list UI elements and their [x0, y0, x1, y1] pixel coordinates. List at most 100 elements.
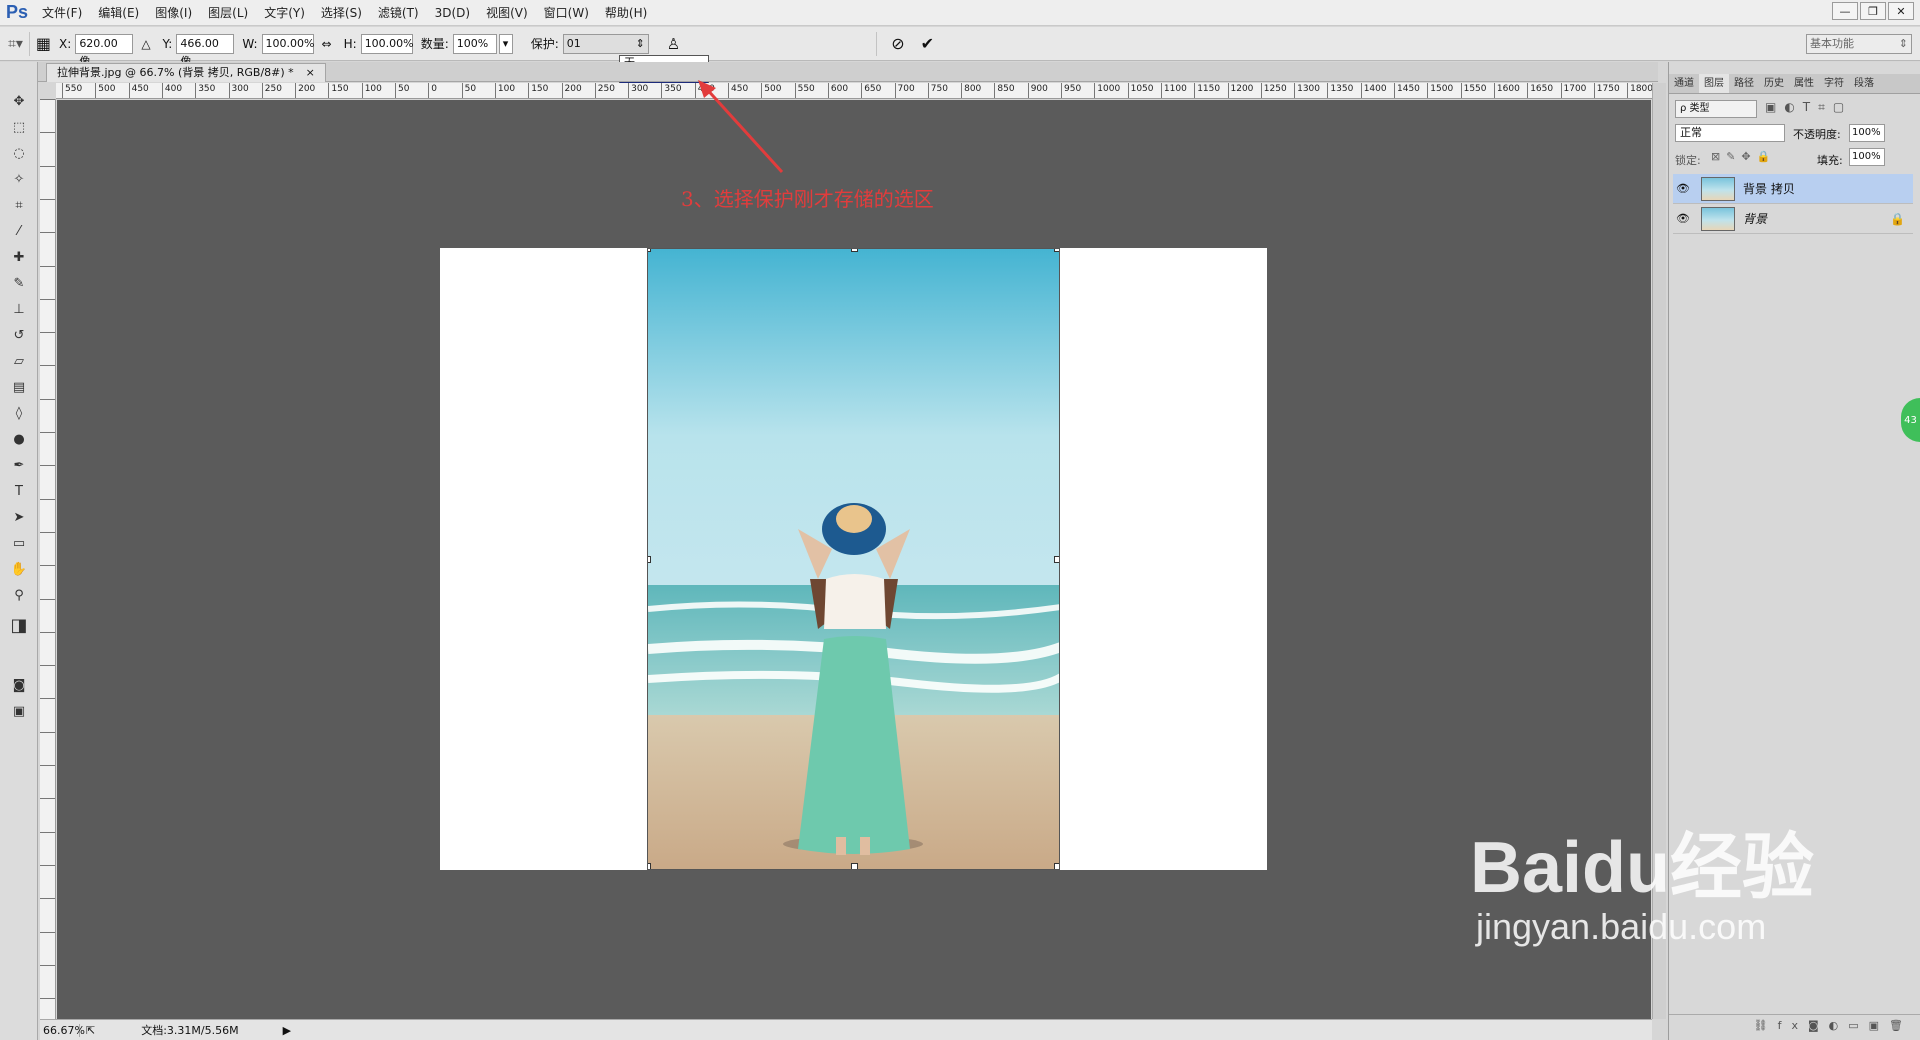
tab-layers[interactable]: 图层: [1699, 74, 1729, 93]
pen-tool-icon[interactable]: ✒: [6, 454, 32, 476]
ruler-tick: 1600: [1493, 83, 1520, 98]
transformed-layer-photo[interactable]: [647, 248, 1060, 870]
lock-icons[interactable]: ⊠✎✥🔒: [1711, 150, 1776, 163]
layer-filter-select[interactable]: ρ 类型: [1675, 100, 1757, 118]
hand-tool-icon[interactable]: ✋: [6, 558, 32, 580]
layer-row-background-copy[interactable]: 👁 背景 拷贝: [1673, 174, 1913, 204]
lock-icon: 🔒: [1890, 211, 1905, 226]
layer-thumbnail: [1701, 206, 1735, 231]
tab-properties[interactable]: 属性: [1789, 74, 1819, 93]
screen-mode-icon[interactable]: ▣: [6, 700, 32, 722]
transform-handle-l[interactable]: [648, 556, 651, 563]
protect-select[interactable]: 01 ⇕: [562, 33, 649, 54]
tab-character[interactable]: 字符: [1819, 74, 1849, 93]
transform-handle-br[interactable]: [1054, 863, 1059, 869]
document-tab-bar: 拉伸背景.jpg @ 66.7% (背景 拷贝, RGB/8#) * ×: [38, 62, 1658, 82]
transform-handle-r[interactable]: [1054, 556, 1059, 563]
marquee-tool-icon[interactable]: ⬚: [6, 116, 32, 138]
tab-paragraph[interactable]: 段落: [1849, 74, 1879, 93]
delta-icon[interactable]: △: [141, 37, 150, 51]
healing-brush-tool-icon[interactable]: ✚: [6, 246, 32, 268]
menu-select[interactable]: 选择(S): [313, 0, 370, 26]
transform-handle-bl[interactable]: [648, 863, 651, 869]
amount-input[interactable]: 100%: [452, 33, 497, 54]
history-brush-tool-icon[interactable]: ↺: [6, 324, 32, 346]
w-input[interactable]: 100.00%: [261, 33, 315, 54]
close-icon[interactable]: ✕: [1888, 2, 1914, 20]
watermark-main: Baidu经验: [1470, 828, 1815, 908]
protect-skin-tones-icon[interactable]: ♙: [667, 35, 680, 53]
menu-type[interactable]: 文字(Y): [256, 0, 313, 26]
ruler-tick: [40, 864, 55, 866]
transform-handle-tr[interactable]: [1054, 249, 1059, 252]
fill-input[interactable]: 100%: [1849, 148, 1885, 166]
quick-select-tool-icon[interactable]: ✧: [6, 168, 32, 190]
tab-channels[interactable]: 通道: [1669, 74, 1699, 93]
zoom-level[interactable]: 66.67%: [40, 1023, 85, 1037]
tab-history[interactable]: 历史: [1759, 74, 1789, 93]
ruler-tick: [40, 831, 55, 833]
tool-preset-icon[interactable]: ⌗▾: [8, 36, 23, 52]
export-icon[interactable]: ⇱: [86, 1024, 95, 1037]
h-input[interactable]: 100.00%: [360, 33, 414, 54]
layer-filter-icons[interactable]: ▣◐T⌗▢: [1765, 100, 1852, 115]
dodge-tool-icon[interactable]: ●: [6, 428, 32, 450]
menu-filter[interactable]: 滤镜(T): [370, 0, 427, 26]
ruler-tick: 1750: [1593, 83, 1620, 98]
gradient-tool-icon[interactable]: ▤: [6, 376, 32, 398]
menu-image[interactable]: 图像(I): [147, 0, 200, 26]
zoom-tool-icon[interactable]: ⚲: [6, 584, 32, 606]
tab-paths[interactable]: 路径: [1729, 74, 1759, 93]
path-select-tool-icon[interactable]: ➤: [6, 506, 32, 528]
type-tool-icon[interactable]: T: [6, 480, 32, 502]
brush-tool-icon[interactable]: ✎: [6, 272, 32, 294]
minimize-icon[interactable]: —: [1832, 2, 1858, 20]
blur-tool-icon[interactable]: ◊: [6, 402, 32, 424]
move-tool-icon[interactable]: ✥: [6, 90, 32, 112]
menu-window[interactable]: 窗口(W): [536, 0, 597, 26]
rectangle-tool-icon[interactable]: ▭: [6, 532, 32, 554]
link-icon[interactable]: ⇔: [322, 37, 332, 51]
document-tab[interactable]: 拉伸背景.jpg @ 66.7% (背景 拷贝, RGB/8#) * ×: [46, 63, 326, 82]
quick-mask-icon[interactable]: ◙: [6, 674, 32, 696]
transform-handle-b[interactable]: [851, 863, 858, 869]
menu-file[interactable]: 文件(F): [34, 0, 90, 26]
restore-icon[interactable]: ❐: [1860, 2, 1886, 20]
blend-mode-select[interactable]: 正常: [1675, 124, 1785, 142]
lock-label: 锁定:: [1675, 154, 1701, 167]
layers-footer-icons[interactable]: ⛓fx◙◐▭▣🗑: [1669, 1014, 1920, 1036]
layer-row-background[interactable]: 👁 背景 🔒: [1673, 204, 1913, 234]
eraser-tool-icon[interactable]: ▱: [6, 350, 32, 372]
close-tab-icon[interactable]: ×: [306, 64, 315, 82]
menu-layer[interactable]: 图层(L): [200, 0, 256, 26]
eyedropper-tool-icon[interactable]: ⁄: [6, 220, 32, 242]
ruler-tick: 0: [428, 83, 437, 98]
commit-transform-icon[interactable]: ✔: [921, 34, 934, 53]
menu-view[interactable]: 视图(V): [478, 0, 536, 26]
menu-edit[interactable]: 编辑(E): [90, 0, 147, 26]
ruler-tick: 1500: [1427, 83, 1453, 98]
ruler-tick: 1700: [1560, 83, 1586, 98]
transform-handle-t[interactable]: [851, 249, 858, 252]
crop-tool-icon[interactable]: ⌗: [6, 194, 32, 216]
menu-3d[interactable]: 3D(D): [427, 0, 478, 26]
reference-point-icon[interactable]: ▦: [36, 34, 51, 53]
color-swatches-icon[interactable]: ◨: [6, 614, 32, 636]
transform-handle-tl[interactable]: [648, 249, 651, 252]
visibility-eye-icon[interactable]: 👁: [1673, 212, 1693, 225]
cancel-transform-icon[interactable]: ⊘: [891, 34, 904, 53]
opacity-input[interactable]: 100%: [1849, 124, 1885, 142]
clone-stamp-tool-icon[interactable]: ⊥: [6, 298, 32, 320]
y-input[interactable]: 466.00 像: [176, 33, 235, 68]
x-input[interactable]: 620.00 像: [75, 33, 134, 68]
amount-dropdown-icon[interactable]: ▾: [498, 33, 513, 54]
ruler-tick: 150: [328, 83, 349, 98]
visibility-eye-icon[interactable]: 👁: [1673, 182, 1693, 195]
ruler-tick: [40, 531, 55, 533]
lasso-tool-icon[interactable]: ◌: [6, 142, 32, 164]
ruler-tick: [40, 598, 55, 600]
ruler-tick: 300: [228, 83, 249, 98]
status-menu-arrow-icon[interactable]: ▶: [283, 1024, 291, 1037]
menu-help[interactable]: 帮助(H): [597, 0, 655, 26]
workspace-select[interactable]: 基本功能 ⇕: [1806, 33, 1912, 54]
